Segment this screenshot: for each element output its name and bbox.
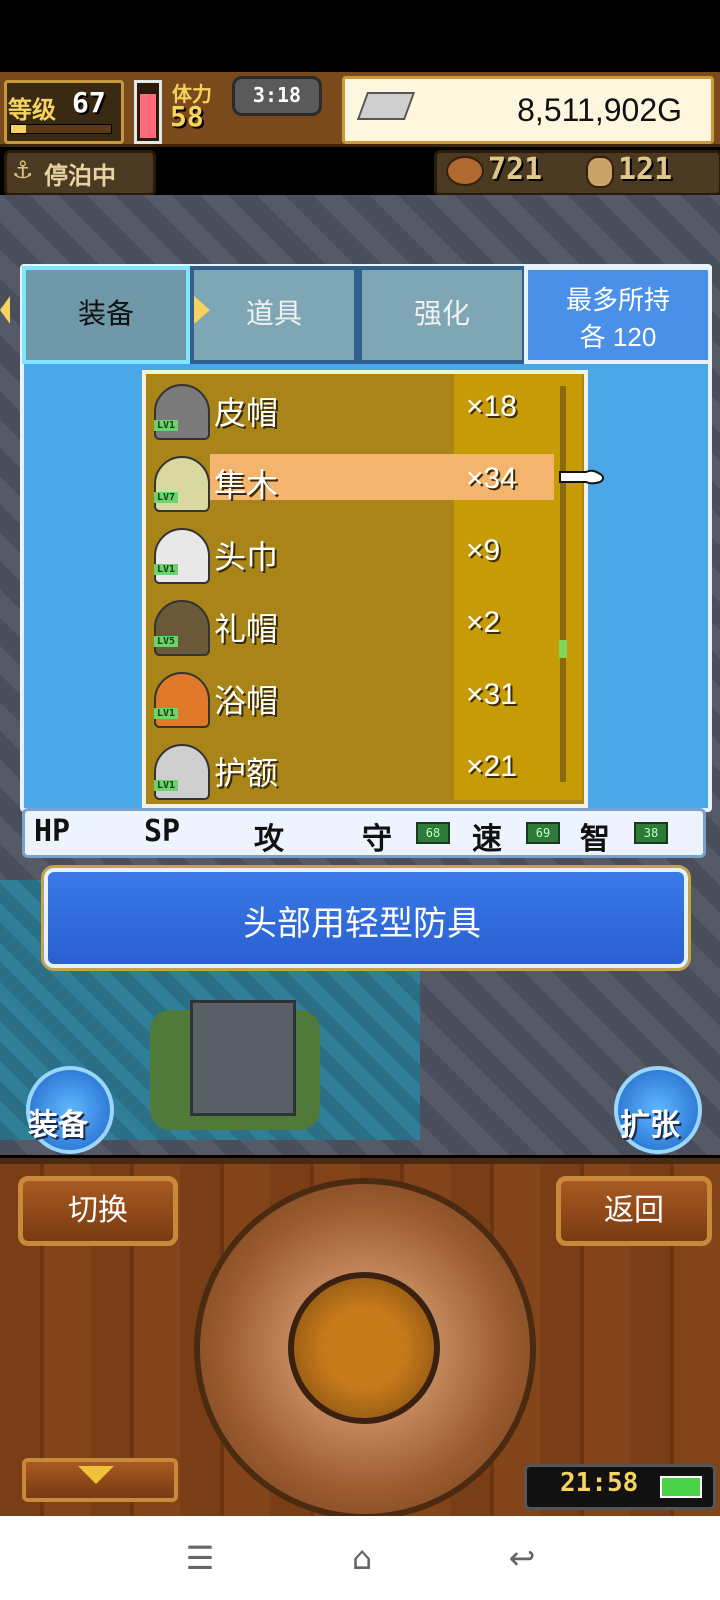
- wood-icon: [586, 156, 614, 188]
- item-qty: ×18: [466, 390, 517, 423]
- headband-icon: [154, 744, 210, 800]
- equip-round-label: 装备: [28, 1108, 88, 1143]
- recent-apps-icon[interactable]: ☰: [178, 1536, 222, 1580]
- pointing-hand-icon: [559, 469, 604, 485]
- item-level: LV1: [154, 708, 179, 719]
- dock-status-label: 停泊中: [44, 162, 116, 190]
- leather-cap-icon: [154, 384, 210, 440]
- tab-cursor-arrow-icon: [194, 296, 210, 324]
- item-level: LV1: [154, 780, 179, 791]
- item-name: 头巾: [214, 539, 279, 575]
- item-qty: ×34: [466, 462, 517, 495]
- stat-hp-label: HP: [34, 814, 71, 849]
- stamina-value: 58: [170, 100, 204, 133]
- tab-upgrade[interactable]: 强化: [358, 266, 526, 364]
- tab-equipment[interactable]: 装备: [22, 266, 190, 364]
- item-qty: ×9: [466, 534, 501, 567]
- list-item[interactable]: LV1 护额 ×21: [146, 738, 556, 800]
- back-nav-icon[interactable]: ↩: [500, 1536, 544, 1580]
- stat-int-label: 智: [580, 822, 610, 857]
- wood-value: 121: [618, 152, 673, 187]
- top-blank: [0, 0, 720, 72]
- back-button[interactable]: 返回: [556, 1176, 712, 1246]
- dpad-center-button[interactable]: [288, 1272, 440, 1424]
- expand-round-label: 扩张: [620, 1108, 680, 1143]
- down-arrow-icon: [78, 1466, 114, 1484]
- list-item-selected[interactable]: LV7 隼木 ×34: [146, 450, 556, 512]
- level-progress-bar: [10, 124, 112, 134]
- bath-cap-icon: [154, 672, 210, 728]
- stat-def-label: 守: [362, 822, 392, 857]
- item-qty: ×2: [466, 606, 501, 639]
- switch-button[interactable]: 切换: [18, 1176, 178, 1246]
- max-hold-info: 最多所持 各 120: [524, 266, 712, 364]
- food-icon: [446, 156, 484, 186]
- tab-items[interactable]: 道具: [190, 266, 358, 364]
- home-icon[interactable]: ⌂: [340, 1536, 384, 1580]
- silver-bar-icon: [356, 92, 416, 120]
- item-level: LV1: [154, 564, 179, 575]
- food-value: 721: [488, 152, 543, 187]
- item-name: 礼帽: [214, 611, 279, 647]
- item-level: LV1: [154, 420, 179, 431]
- list-item[interactable]: LV5 礼帽 ×2: [146, 594, 556, 656]
- device-time: 21:58: [560, 1468, 639, 1498]
- item-name: 护额: [214, 755, 279, 791]
- list-scrollbar[interactable]: [560, 386, 566, 782]
- item-name: 隼木: [214, 467, 279, 503]
- list-item[interactable]: LV1 头巾 ×9: [146, 522, 556, 584]
- list-item[interactable]: LV1 浴帽 ×31: [146, 666, 556, 728]
- stat-int-value: 38: [634, 822, 668, 844]
- stat-spd-label: 速: [472, 822, 502, 857]
- falcon-helmet-icon: [154, 456, 210, 512]
- level-label: 等级: [8, 96, 56, 124]
- max-hold-line2: 各 120: [579, 322, 657, 352]
- tab-left-arrow-icon[interactable]: [0, 296, 10, 324]
- stat-def-value: 68: [416, 822, 450, 844]
- top-hat-icon: [154, 600, 210, 656]
- list-scrollbar-thumb[interactable]: [559, 640, 567, 658]
- item-level: LV7: [154, 492, 179, 503]
- item-qty: ×31: [466, 678, 517, 711]
- turban-icon: [154, 528, 210, 584]
- stamina-gauge-fill: [140, 93, 156, 138]
- item-level: LV5: [154, 636, 179, 647]
- item-qty: ×21: [466, 750, 517, 783]
- stat-spd-value: 69: [526, 822, 560, 844]
- level-value: 67: [72, 86, 106, 119]
- level-progress-fill: [11, 125, 26, 133]
- money-value: 8,511,902G: [517, 92, 682, 128]
- stat-atk-label: 攻: [254, 822, 284, 857]
- max-hold-line1: 最多所持: [565, 285, 670, 315]
- game-clock: 3:18: [232, 76, 322, 116]
- anchor-icon: ⚓: [12, 156, 34, 184]
- stamina-gauge: [134, 80, 162, 144]
- item-description: 头部用轻型防具: [243, 905, 481, 943]
- stone-tower: [190, 1000, 296, 1116]
- list-item[interactable]: LV1 皮帽 ×18: [146, 378, 556, 440]
- stat-sp-label: SP: [144, 814, 181, 849]
- battery-icon: [660, 1476, 702, 1498]
- item-name: 浴帽: [214, 683, 279, 719]
- item-name: 皮帽: [214, 395, 279, 431]
